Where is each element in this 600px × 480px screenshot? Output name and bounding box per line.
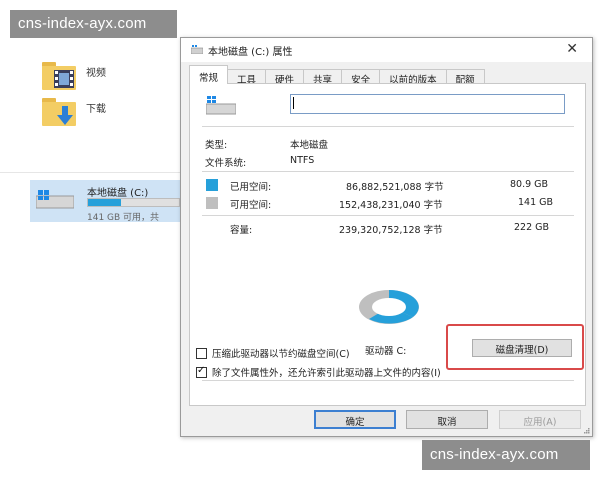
free-space-bytes: 152,438,231,040 字节 [339,200,443,211]
free-space-label: 可用空间: [230,200,272,211]
tab-sharing[interactable]: 共享 [303,69,343,86]
tab-tools[interactable]: 工具 [227,69,267,86]
compress-checkbox[interactable] [196,347,207,359]
index-checkbox[interactable] [196,365,207,378]
index-label: 除了文件属性外，还允许索引此驱动器上文件的内容(I) [212,368,441,379]
used-space-label: 已用空间: [230,182,272,193]
watermark-bottom: cns-index-ayx.com [422,440,590,470]
divider [202,380,574,381]
index-option[interactable]: 除了文件属性外，还允许索引此驱动器上文件的内容(I) [196,365,441,379]
disk-usage-donut [359,290,419,324]
type-value: 本地磁盘 [290,140,329,151]
capacity-size: 222 GB [514,222,550,233]
properties-dialog: 本地磁盘 (C:) 属性 ✕ 常规 工具 硬件 共享 安全 以前的版本 配额 类… [180,37,593,437]
capacity-bytes: 239,320,752,128 字节 [339,225,443,236]
explorer-drive-item[interactable]: 本地磁盘 (C:) 141 GB 可用，共 [30,180,180,223]
drive-usage-bar [87,198,180,207]
tab-hardware[interactable]: 硬件 [265,69,305,86]
explorer-divider [0,172,182,173]
drive-name: 本地磁盘 (C:) [87,188,149,199]
divider [202,215,574,216]
compress-label: 压缩此驱动器以节约磁盘空间(C) [212,349,350,360]
tab-bar: 常规 工具 硬件 共享 安全 以前的版本 配额 [189,65,485,86]
divider [202,171,574,172]
download-folder-icon[interactable] [42,98,76,126]
close-button[interactable]: ✕ [566,41,578,57]
disk-cleanup-button[interactable]: 磁盘清理(D) [472,339,572,357]
video-folder-icon[interactable] [42,62,76,90]
drive-free-text: 141 GB 可用，共 [87,213,160,223]
tab-security[interactable]: 安全 [341,69,381,86]
cancel-button[interactable]: 取消 [406,410,488,429]
drive-icon [206,96,236,115]
resize-grip-icon[interactable] [582,426,590,434]
tab-previous-versions[interactable]: 以前的版本 [379,69,447,86]
drive-letter-label: 驱动器 C: [365,346,407,357]
folder-label-download: 下载 [86,104,106,115]
capacity-label: 容量: [230,225,253,236]
filesystem-value: NTFS [290,155,315,166]
free-space-swatch [206,197,218,209]
tab-quota[interactable]: 配额 [445,69,485,86]
tab-general[interactable]: 常规 [189,65,229,84]
dialog-titlebar[interactable]: 本地磁盘 (C:) 属性 ✕ [181,38,592,62]
free-space-size: 141 GB [518,197,554,208]
screenshot-root: cns-index-ayx.com 视频 下载 本地磁盘 (C:) 141 GB… [0,0,600,480]
used-space-size: 80.9 GB [510,179,549,190]
divider [202,126,574,127]
compress-option[interactable]: 压缩此驱动器以节约磁盘空间(C) [196,346,350,360]
watermark-top: cns-index-ayx.com [10,10,177,38]
filesystem-label: 文件系统: [205,158,247,169]
folder-label-video: 视频 [86,68,106,79]
apply-button[interactable]: 应用(A) [499,410,581,429]
volume-name-input[interactable] [290,94,565,114]
used-space-swatch [206,179,218,191]
dialog-title: 本地磁盘 (C:) 属性 [208,47,293,58]
type-label: 类型: [205,140,228,151]
drive-icon [36,190,74,209]
used-space-bytes: 86,882,521,088 字节 [346,182,444,193]
ok-button[interactable]: 确定 [314,410,396,429]
drive-icon [191,45,203,54]
